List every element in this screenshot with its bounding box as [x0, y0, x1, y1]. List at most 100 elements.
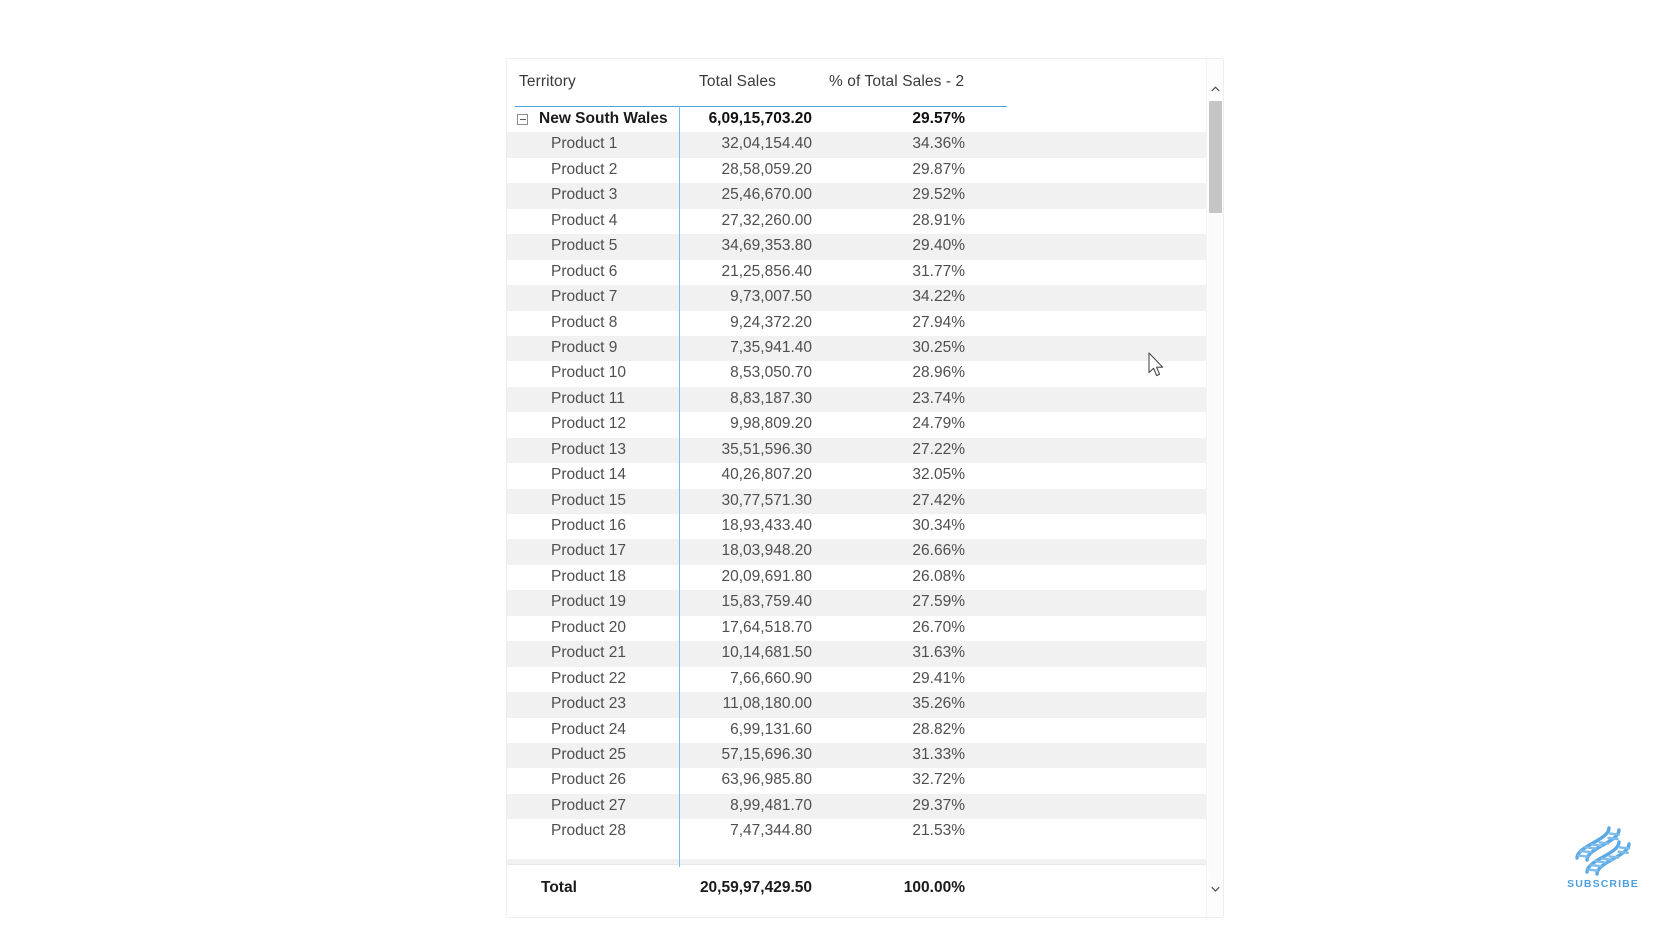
table-row[interactable]: Product 27 8,99,481.70 29.37% — [507, 793, 1223, 820]
table-row[interactable]: Product 1 32,04,154.40 34.36% — [507, 132, 1223, 158]
cell-pct-of-total: 34.22% — [912, 288, 965, 306]
cell-territory: Product 7 — [551, 288, 618, 306]
cell-total-sales: 7,66,660.90 — [730, 669, 812, 687]
cell-total-sales: 27,32,260.00 — [721, 211, 812, 229]
table-row[interactable]: Product 25 57,15,696.30 31.33% — [507, 742, 1223, 769]
cell-total-sales: 8,99,481.70 — [730, 796, 812, 814]
cell-territory: Product 4 — [551, 211, 618, 229]
cell-total-sales: 6,99,131.60 — [730, 720, 812, 738]
total-row-pct-of-total: 100.00% — [903, 879, 965, 896]
subscribe-watermark[interactable]: SUBSCRIBE — [1562, 826, 1644, 896]
cell-total-sales: 21,25,856.40 — [721, 262, 812, 280]
matrix-rows-container[interactable]: New South Wales 6,09,15,703.20 29.57% Produ… — [507, 107, 1223, 865]
table-row[interactable]: Product 21 10,14,681.50 31.63% — [507, 641, 1223, 667]
cell-total-sales: 10,14,681.50 — [721, 644, 812, 662]
cell-total-sales: 28,58,059.20 — [721, 160, 812, 178]
table-row[interactable]: Product 9 7,35,941.40 30.25% — [507, 335, 1223, 362]
cell-territory: Product 10 — [551, 364, 626, 382]
dna-helix-icon — [1575, 826, 1631, 876]
cell-pct-of-total: 27.22% — [912, 440, 965, 458]
table-row[interactable]: Product 24 6,99,131.60 28.82% — [507, 717, 1223, 743]
table-row[interactable]: Product 17 18,03,948.20 26.66% — [507, 539, 1223, 565]
table-row[interactable]: Product 20 17,64,518.70 26.70% — [507, 615, 1223, 642]
cell-pct-of-total: 24.79% — [912, 415, 965, 433]
table-row[interactable]: Product 19 15,83,759.40 27.59% — [507, 590, 1223, 616]
cell-territory: Product 19 — [551, 593, 626, 611]
cell-territory: Product 2 — [551, 160, 618, 178]
matrix-group-row[interactable]: New South Wales 6,09,15,703.20 29.57% — [507, 107, 1223, 133]
cell-territory: Product 28 — [551, 822, 626, 840]
cell-pct-of-total: 27.94% — [912, 313, 965, 331]
cell-pct-of-total: 34.36% — [912, 135, 965, 153]
table-row[interactable]: Product 28 7,47,344.80 21.53% — [507, 819, 1223, 845]
table-row[interactable]: Product 4 27,32,260.00 28.91% — [507, 208, 1223, 235]
cell-pct-of-total: 26.66% — [912, 542, 965, 560]
cell-territory: Product 24 — [551, 720, 626, 738]
cell-pct-of-total: 29.40% — [912, 237, 965, 255]
matrix-visual-card: Territory Total Sales % of Total Sales -… — [506, 58, 1224, 918]
table-row[interactable]: Product 14 40,26,807.20 32.05% — [507, 463, 1223, 489]
cell-pct-of-total: 32.05% — [912, 466, 965, 484]
cell-total-sales: 30,77,571.30 — [721, 491, 812, 509]
cell-territory: Product 9 — [551, 338, 618, 356]
cell-total-sales: 11,08,180.00 — [722, 695, 812, 713]
cell-total-sales: 57,15,696.30 — [721, 745, 812, 763]
table-row[interactable]: Product 23 11,08,180.00 35.26% — [507, 692, 1223, 718]
table-row[interactable]: Product 6 21,25,856.40 31.77% — [507, 259, 1223, 286]
table-row[interactable]: Product 3 25,46,670.00 29.52% — [507, 183, 1223, 209]
cell-territory: Product 15 — [551, 491, 626, 509]
total-row-total-sales: 20,59,97,429.50 — [699, 879, 812, 896]
table-row[interactable]: Product 16 18,93,433.40 30.34% — [507, 514, 1223, 540]
table-row[interactable]: Product 8 9,24,372.20 27.94% — [507, 310, 1223, 336]
table-row[interactable]: Product 2 28,58,059.20 29.87% — [507, 157, 1223, 184]
group-row-pct-of-total: 29.57% — [912, 110, 965, 127]
table-row[interactable]: Product 12 9,98,809.20 24.79% — [507, 412, 1223, 438]
screen-root: Territory Total Sales % of Total Sales -… — [0, 0, 1680, 945]
table-row[interactable]: Product 5 34,69,353.80 29.40% — [507, 234, 1223, 260]
column-header-total-sales[interactable]: Total Sales — [699, 73, 776, 91]
cell-pct-of-total: 30.34% — [912, 517, 965, 534]
cell-total-sales: 15,83,759.40 — [721, 593, 812, 611]
column-header-territory[interactable]: Territory — [519, 73, 576, 91]
column-header-pct-of-total-sales[interactable]: % of Total Sales - 2 — [829, 73, 964, 91]
cell-territory: Product 3 — [551, 186, 618, 204]
table-row[interactable]: Product 13 35,51,596.30 27.22% — [507, 437, 1223, 464]
cell-total-sales: 17,64,518.70 — [721, 618, 812, 636]
table-row[interactable]: Product 11 8,83,187.30 23.74% — [507, 386, 1223, 413]
table-row[interactable]: Product 26 63,96,985.80 32.72% — [507, 768, 1223, 794]
scrollbar-track[interactable] — [1209, 213, 1222, 879]
table-row[interactable]: Product 10 8,53,050.70 28.96% — [507, 361, 1223, 387]
cell-territory: Product 1 — [551, 135, 618, 153]
cell-territory: Product 27 — [551, 796, 626, 814]
table-row[interactable]: Product 7 9,73,007.50 34.22% — [507, 285, 1223, 311]
table-row[interactable]: Product 18 20,09,691.80 26.08% — [507, 564, 1223, 591]
cell-total-sales: 9,73,007.50 — [730, 288, 812, 306]
table-row[interactable]: Product 22 7,66,660.90 29.41% — [507, 666, 1223, 693]
column-divider — [679, 106, 681, 867]
cell-total-sales: 34,69,353.80 — [721, 237, 812, 255]
table-row[interactable]: Product 15 30,77,571.30 27.42% — [507, 488, 1223, 514]
cell-pct-of-total: 29.52% — [912, 186, 965, 204]
collapse-minus-box-icon[interactable] — [517, 114, 528, 125]
vertical-scrollbar[interactable] — [1206, 59, 1223, 917]
cell-total-sales: 32,04,154.40 — [721, 135, 812, 153]
cell-total-sales: 25,46,670.00 — [721, 186, 812, 204]
cell-pct-of-total: 28.96% — [912, 364, 965, 382]
cell-total-sales: 8,53,050.70 — [730, 364, 812, 382]
scroll-up-arrow-icon[interactable] — [1207, 81, 1223, 98]
scrollbar-thumb[interactable] — [1209, 101, 1222, 213]
cell-pct-of-total: 26.08% — [912, 567, 965, 585]
scroll-down-arrow-icon[interactable] — [1207, 881, 1223, 898]
group-row-total-sales: 6,09,15,703.20 — [708, 110, 812, 127]
cell-total-sales: 63,96,985.80 — [721, 771, 812, 789]
cell-pct-of-total: 31.33% — [912, 745, 965, 763]
cell-total-sales: 35,51,596.30 — [721, 440, 812, 458]
cell-territory: Product 14 — [551, 466, 626, 484]
cell-territory: Product 8 — [551, 313, 618, 331]
cell-total-sales: 7,35,941.40 — [730, 338, 812, 356]
cell-pct-of-total: 29.41% — [912, 669, 965, 687]
cell-territory: Product 26 — [551, 771, 626, 789]
cell-total-sales: 9,24,372.20 — [730, 313, 812, 331]
cell-total-sales: 18,93,433.40 — [721, 517, 812, 534]
cell-total-sales: 40,26,807.20 — [721, 466, 812, 484]
